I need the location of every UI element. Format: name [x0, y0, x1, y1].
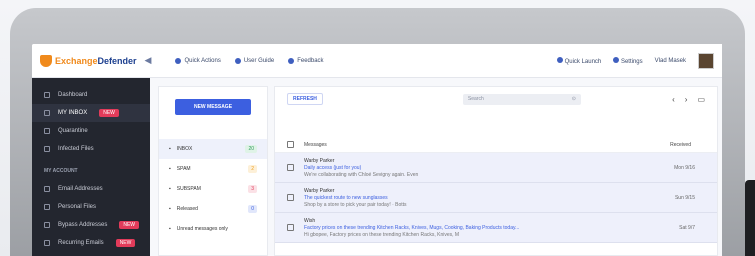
- unread-icon: ▪: [169, 226, 171, 232]
- row-checkbox[interactable]: [287, 194, 294, 201]
- view-options-icon[interactable]: ▭: [697, 95, 705, 104]
- count-badge: 3: [248, 185, 257, 193]
- rocket-icon: [556, 56, 563, 63]
- gear-icon: [613, 56, 620, 63]
- bypass-icon: [44, 222, 50, 228]
- app-screen: Exchange Defender ◀ Quick Actions User G…: [32, 44, 722, 256]
- inbox-icon: ▪: [169, 146, 171, 152]
- message-text: Wish Factory prices on these trending Ki…: [304, 217, 520, 238]
- sidebar: Dashboard MY INBOX NEW Quarantine Infecte…: [32, 78, 150, 256]
- message-date: Sat 9/7: [679, 224, 695, 231]
- virus-icon: [44, 146, 50, 152]
- mail-toolbar: REFRESH Search ⊙ ‹ › ▭: [275, 87, 717, 111]
- lightbulb-icon: [234, 57, 241, 64]
- folder-subspam[interactable]: ▪ SUBSPAM 3: [159, 179, 267, 199]
- settings-link[interactable]: Settings: [613, 56, 643, 65]
- feedback-link[interactable]: Feedback: [288, 57, 324, 64]
- plus-icon: [175, 57, 182, 64]
- folder-inbox[interactable]: ▪ INBOX 20: [159, 139, 267, 159]
- search-input[interactable]: Search ⊙: [462, 93, 581, 105]
- count-badge: 2: [248, 165, 257, 173]
- inbox-icon: [44, 110, 50, 116]
- quarantine-icon: [44, 128, 50, 134]
- list-header: Messages Received: [275, 137, 717, 153]
- shield-logo-icon: [40, 54, 52, 67]
- sidebar-item-quarantine[interactable]: Quarantine: [32, 122, 150, 140]
- laptop-edge: [745, 180, 755, 256]
- mail-pane: REFRESH Search ⊙ ‹ › ▭ Messages Received…: [274, 86, 718, 256]
- select-all-checkbox[interactable]: [287, 141, 294, 148]
- quick-actions-link[interactable]: Quick Actions: [175, 57, 221, 64]
- sidebar-item-email-addresses[interactable]: Email Addresses: [32, 180, 150, 198]
- folder-released[interactable]: ▪ Released 0: [159, 199, 267, 219]
- email-icon: [44, 186, 50, 192]
- top-nav: Quick Actions User Guide Feedback: [175, 57, 324, 64]
- message-text: Warby Parker Daily access (just for you)…: [304, 157, 419, 178]
- top-bar: Exchange Defender ◀ Quick Actions User G…: [32, 44, 722, 78]
- section-label-my-account: MY ACCOUNT: [44, 168, 78, 174]
- sidebar-item-dashboard[interactable]: Dashboard: [32, 86, 150, 104]
- collapse-sidebar-icon[interactable]: ◀: [145, 55, 152, 66]
- message-date: Mon 9/16: [674, 164, 695, 171]
- row-checkbox[interactable]: [287, 164, 294, 171]
- messages-column-header[interactable]: Messages: [304, 142, 327, 148]
- avatar[interactable]: [698, 52, 714, 69]
- count-badge: 0: [248, 205, 257, 213]
- top-right: Quick Launch Settings Vlad Masek: [556, 52, 714, 69]
- message-text: Warby Parker The quickest route to new s…: [304, 187, 407, 208]
- dashboard-icon: [44, 92, 50, 98]
- feedback-icon: [288, 57, 295, 64]
- released-icon: ▪: [169, 206, 171, 212]
- row-checkbox[interactable]: [287, 224, 294, 231]
- new-badge: NEW: [119, 221, 140, 229]
- spam-icon: ▪: [169, 166, 171, 172]
- prev-page-button[interactable]: ‹: [672, 95, 675, 104]
- user-name[interactable]: Vlad Masek: [655, 58, 686, 64]
- folder-unread-only[interactable]: ▪ Unread messages only: [159, 219, 267, 239]
- new-badge: NEW: [99, 109, 119, 117]
- sidebar-item-personal-files[interactable]: Personal Files: [32, 198, 150, 216]
- refresh-button[interactable]: REFRESH: [287, 93, 323, 105]
- message-row[interactable]: Warby Parker Daily access (just for you)…: [275, 153, 717, 183]
- folder-list: ▪ INBOX 20 ▪ SPAM 2 ▪ SUBSPAM 3 ▪ Released 0 ▪ Un…: [159, 139, 267, 239]
- pager: ‹ › ▭: [672, 95, 705, 104]
- sidebar-item-bypass-addresses[interactable]: Bypass Addresses NEW: [32, 216, 150, 234]
- next-page-button[interactable]: ›: [685, 95, 688, 104]
- logo: Exchange Defender: [40, 54, 137, 67]
- folder-pane: NEW MESSAGE ▪ INBOX 20 ▪ SPAM 2 ▪ SUBSPAM 3 ▪ R…: [158, 86, 268, 256]
- new-badge: NEW: [115, 239, 136, 247]
- message-date: Sun 9/15: [674, 194, 695, 201]
- new-message-button[interactable]: NEW MESSAGE: [175, 99, 251, 115]
- file-icon: [44, 204, 50, 210]
- sidebar-item-infected-files[interactable]: Infected Files: [32, 140, 150, 158]
- user-guide-link[interactable]: User Guide: [234, 57, 274, 64]
- message-row[interactable]: Warby Parker The quickest route to new s…: [275, 183, 717, 213]
- recurring-icon: [44, 240, 50, 246]
- search-icon: ⊙: [571, 96, 576, 102]
- folder-spam[interactable]: ▪ SPAM 2: [159, 159, 267, 179]
- sidebar-item-recurring-emails[interactable]: Recurring Emails NEW: [32, 234, 150, 252]
- message-row[interactable]: Wish Factory prices on these trending Ki…: [275, 213, 717, 243]
- sidebar-item-my-inbox[interactable]: MY INBOX NEW: [32, 104, 150, 122]
- count-badge: 20: [245, 145, 257, 153]
- quick-launch-link[interactable]: Quick Launch: [556, 56, 601, 65]
- subspam-icon: ▪: [169, 186, 171, 192]
- received-column-header[interactable]: Received: [670, 142, 691, 148]
